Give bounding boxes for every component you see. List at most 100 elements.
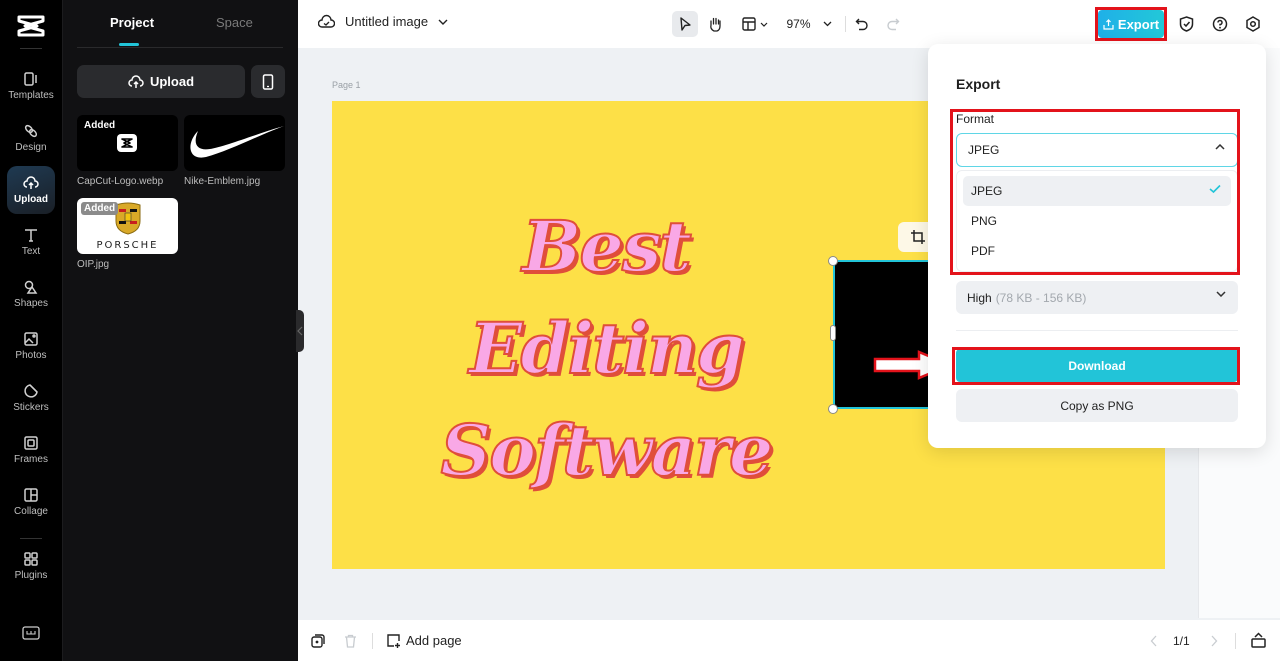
- add-page-button[interactable]: Add page: [386, 633, 462, 648]
- rail-item-collage[interactable]: Collage: [7, 478, 55, 526]
- zoom-level-dropdown[interactable]: 97%: [782, 11, 836, 37]
- quality-size-range: (78 KB - 156 KB): [995, 290, 1087, 305]
- undo-button[interactable]: [851, 11, 873, 37]
- shield-check-icon: [1179, 16, 1193, 32]
- left-rail: Templates Design Upload Text Shapes Phot…: [0, 0, 63, 661]
- page-counter: 1/1: [1173, 634, 1190, 648]
- capcut-editor: Templates Design Upload Text Shapes Phot…: [0, 0, 1280, 661]
- rail-item-upload[interactable]: Upload: [7, 166, 55, 214]
- format-option-png[interactable]: PNG: [963, 206, 1231, 236]
- rail-item-design[interactable]: Design: [7, 114, 55, 162]
- cloud-saved-icon: [318, 14, 335, 28]
- resize-handle[interactable]: [828, 404, 838, 414]
- format-option-jpeg[interactable]: JPEG: [963, 176, 1231, 206]
- trash-icon[interactable]: [344, 634, 357, 648]
- capcut-logo-icon: [17, 15, 45, 37]
- popover-divider: [956, 330, 1238, 331]
- frames-icon: [24, 436, 38, 450]
- rail-label: Collage: [14, 506, 48, 517]
- text-icon: [25, 229, 37, 242]
- rail-label: Frames: [14, 454, 48, 465]
- option-label: PNG: [971, 214, 998, 228]
- select-tool-button[interactable]: [672, 11, 698, 37]
- add-page-label: Add page: [406, 633, 462, 648]
- rail-item-frames[interactable]: Frames: [7, 426, 55, 474]
- keyboard-shortcuts-icon[interactable]: [22, 626, 40, 640]
- format-value: JPEG: [968, 143, 1000, 157]
- nike-swoosh-icon: [190, 126, 284, 158]
- redo-icon: [887, 18, 900, 31]
- page-label: Page 1: [332, 80, 361, 90]
- rail-item-plugins[interactable]: Plugins: [7, 542, 55, 590]
- chevron-up-icon: [1215, 144, 1225, 150]
- option-label: JPEG: [971, 184, 1003, 198]
- rail-label: Shapes: [14, 298, 48, 309]
- settings-button[interactable]: [1242, 11, 1264, 37]
- layout-menu-button[interactable]: [738, 11, 772, 37]
- headline-text[interactable]: Best Editing Software: [406, 196, 806, 502]
- rail-divider: [20, 48, 42, 49]
- export-title: Export: [956, 76, 1001, 92]
- headline-line: Editing: [468, 306, 746, 391]
- tab-project[interactable]: Project: [110, 15, 154, 30]
- export-popover: Export Format JPEG JPEG PNG PDF High (78…: [928, 44, 1266, 448]
- document-title: Untitled image: [345, 14, 429, 29]
- upload-button[interactable]: Upload: [77, 65, 245, 98]
- redo-button[interactable]: [882, 11, 904, 37]
- share-upload-icon: [1103, 18, 1114, 30]
- quality-label: High: [967, 290, 992, 305]
- copy-as-png-button[interactable]: Copy as PNG: [956, 389, 1238, 422]
- bottom-bar: Add page 1/1: [298, 620, 1280, 661]
- upload-label: Upload: [149, 74, 195, 89]
- zoom-level: 97%: [786, 17, 811, 31]
- headline-line: Best: [521, 204, 692, 289]
- upload-cloud-icon: [23, 176, 39, 189]
- resize-handle[interactable]: [828, 256, 838, 266]
- format-dropdown[interactable]: JPEG: [956, 133, 1238, 167]
- upload-from-phone-button[interactable]: [251, 65, 285, 98]
- help-button[interactable]: [1209, 11, 1231, 37]
- quality-dropdown[interactable]: High (78 KB - 156 KB): [956, 281, 1238, 314]
- format-option-pdf[interactable]: PDF: [963, 236, 1231, 266]
- shapes-icon: [24, 280, 38, 294]
- next-page-icon[interactable]: [1210, 635, 1218, 647]
- phone-icon: [262, 73, 274, 90]
- asset-name: CapCut-Logo.webp: [77, 176, 164, 187]
- asset-thumbnail[interactable]: [184, 115, 285, 171]
- download-button[interactable]: Download: [956, 349, 1238, 382]
- capcut-logo-icon: [117, 134, 137, 152]
- duplicate-page-icon[interactable]: [311, 634, 325, 648]
- option-label: PDF: [971, 244, 995, 258]
- rail-item-stickers[interactable]: Stickers: [7, 374, 55, 422]
- rail-item-text[interactable]: Text: [7, 218, 55, 266]
- security-button[interactable]: [1175, 11, 1197, 37]
- rail-item-photos[interactable]: Photos: [7, 322, 55, 370]
- rail-item-templates[interactable]: Templates: [7, 62, 55, 110]
- gear-icon: [1246, 16, 1260, 32]
- plugins-icon: [24, 552, 38, 566]
- chevron-down-icon: [1216, 291, 1226, 297]
- tab-space[interactable]: Space: [216, 15, 253, 30]
- document-title-menu[interactable]: Untitled image: [318, 14, 448, 29]
- export-button[interactable]: Export: [1098, 10, 1164, 38]
- collapse-panel-handle[interactable]: [296, 310, 304, 352]
- porsche-wordmark: PORSCHE: [96, 240, 159, 251]
- check-icon: [1209, 184, 1221, 194]
- page-manager-icon[interactable]: [1251, 632, 1266, 648]
- previous-page-icon[interactable]: [1150, 635, 1158, 647]
- rail-item-shapes[interactable]: Shapes: [7, 270, 55, 318]
- hand-tool-button[interactable]: [702, 11, 728, 37]
- resize-handle[interactable]: [830, 325, 836, 341]
- help-icon: [1212, 16, 1228, 32]
- asset-name: Nike-Emblem.jpg: [184, 176, 261, 187]
- headline-line: Software: [440, 408, 775, 493]
- upload-cloud-icon: [128, 74, 144, 88]
- rail-label: Stickers: [13, 402, 49, 413]
- design-icon: [24, 124, 38, 138]
- asset-thumbnail[interactable]: Added: [77, 115, 178, 171]
- toolbar-divider: [845, 16, 846, 32]
- top-toolbar: Untitled image 97% Export: [298, 0, 1280, 48]
- chevron-down-icon: [760, 22, 768, 27]
- asset-thumbnail[interactable]: Added PORSCHE: [77, 198, 178, 254]
- cursor-arrow-icon: [680, 16, 691, 31]
